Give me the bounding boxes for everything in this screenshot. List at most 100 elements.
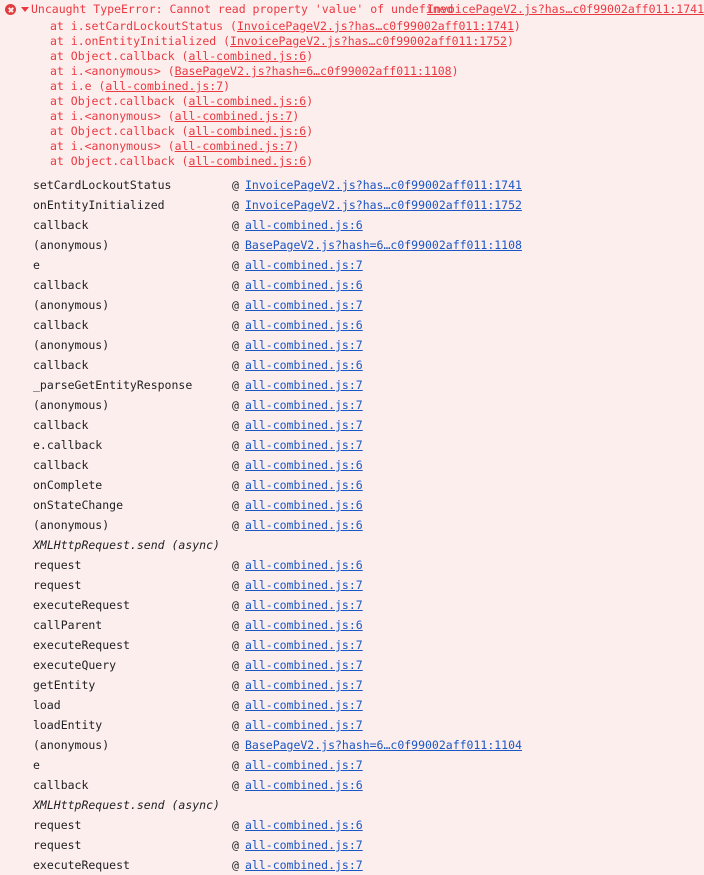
stack-function-name: getEntity [33, 678, 96, 692]
at-symbol: @ [232, 238, 239, 252]
error-frame-paren-close: ) [306, 154, 314, 168]
stack-trace-row: request @ all-combined.js:7 [0, 835, 704, 855]
at-symbol: @ [232, 418, 239, 432]
stack-function-name: callback [33, 218, 89, 232]
error-frame-source-link[interactable]: all-combined.js:7 [175, 109, 293, 123]
stack-source-link[interactable]: all-combined.js:7 [245, 575, 363, 595]
error-frame-row: at Object.callback (all-combined.js:6) [0, 94, 704, 109]
stack-source-link[interactable]: all-combined.js:6 [245, 275, 363, 295]
stack-source-link[interactable]: BasePageV2.js?hash=6…c0f99002aff011:1108 [245, 235, 522, 255]
console-error-entry: Uncaught TypeError: Cannot read property… [0, 0, 704, 875]
at-symbol: @ [232, 758, 239, 772]
stack-function-name: e [33, 258, 40, 272]
stack-source-link[interactable]: all-combined.js:6 [245, 815, 363, 835]
stack-source-link[interactable]: all-combined.js:6 [245, 315, 363, 335]
stack-async-boundary-label: XMLHttpRequest.send (async) [33, 538, 220, 552]
error-frame-source-link[interactable]: all-combined.js:6 [188, 124, 306, 138]
stack-trace-row: e @ all-combined.js:7 [0, 755, 704, 775]
stack-source-link[interactable]: all-combined.js:7 [245, 695, 363, 715]
stack-trace-row: executeQuery @ all-combined.js:7 [0, 655, 704, 675]
stack-trace-row: XMLHttpRequest.send (async) [0, 535, 704, 555]
error-frame-paren-open: ( [174, 124, 189, 138]
error-frame-source-link[interactable]: InvoicePageV2.js?has…c0f99002aff011:1752 [230, 34, 507, 48]
stack-function-name: (anonymous) [33, 518, 110, 532]
at-symbol: @ [232, 378, 239, 392]
stack-source-link[interactable]: all-combined.js:7 [245, 595, 363, 615]
at-symbol: @ [232, 618, 239, 632]
stack-source-link[interactable]: all-combined.js:6 [245, 355, 363, 375]
stack-trace-row: onComplete @ all-combined.js:6 [0, 475, 704, 495]
stack-source-link[interactable]: all-combined.js:7 [245, 835, 363, 855]
stack-source-link[interactable]: InvoicePageV2.js?has…c0f99002aff011:1752 [245, 195, 522, 215]
stack-source-link[interactable]: all-combined.js:7 [245, 335, 363, 355]
stack-async-boundary-label: XMLHttpRequest.send (async) [33, 798, 220, 812]
stack-source-link[interactable]: all-combined.js:7 [245, 435, 363, 455]
stack-trace-row: callback @ all-combined.js:7 [0, 415, 704, 435]
error-frame-paren-close: ) [306, 124, 314, 138]
stack-trace-row: request @ all-combined.js:6 [0, 555, 704, 575]
error-frame-source-link[interactable]: all-combined.js:7 [175, 139, 293, 153]
error-frame-source-link[interactable]: all-combined.js:7 [105, 79, 223, 93]
at-symbol: @ [232, 398, 239, 412]
stack-source-link[interactable]: all-combined.js:6 [245, 775, 363, 795]
stack-source-link[interactable]: InvoicePageV2.js?has…c0f99002aff011:1741 [245, 175, 522, 195]
stack-source-link[interactable]: all-combined.js:7 [245, 375, 363, 395]
error-stack-frames: at i.setCardLockoutStatus (InvoicePageV2… [0, 19, 704, 172]
stack-trace-row: callback @ all-combined.js:6 [0, 315, 704, 335]
stack-source-link[interactable]: all-combined.js:7 [245, 855, 363, 875]
stack-trace-row: _parseGetEntityResponse @ all-combined.js:… [0, 375, 704, 395]
stack-trace-row: onEntityInitialized @ InvoicePageV2.js?has… [0, 195, 704, 215]
error-frame-source-link[interactable]: InvoicePageV2.js?has…c0f99002aff011:1741 [237, 19, 514, 33]
error-frame-source-link[interactable]: all-combined.js:6 [188, 94, 306, 108]
stack-function-name: (anonymous) [33, 398, 110, 412]
stack-trace-row: (anonymous) @ all-combined.js:7 [0, 295, 704, 315]
stack-source-link[interactable]: all-combined.js:6 [245, 455, 363, 475]
stack-source-link[interactable]: all-combined.js:7 [245, 415, 363, 435]
stack-function-name: (anonymous) [33, 338, 110, 352]
triangle-down-icon[interactable] [21, 7, 29, 12]
stack-source-link[interactable]: all-combined.js:6 [245, 215, 363, 235]
stack-source-link[interactable]: all-combined.js:6 [245, 615, 363, 635]
stack-source-link[interactable]: BasePageV2.js?hash=6…c0f99002aff011:1104 [245, 735, 522, 755]
at-symbol: @ [232, 498, 239, 512]
error-frame-source-link[interactable]: all-combined.js:6 [188, 154, 306, 168]
stack-trace-row: request @ all-combined.js:7 [0, 575, 704, 595]
stack-source-link[interactable]: all-combined.js:7 [245, 655, 363, 675]
error-frame-paren-open: ( [216, 34, 231, 48]
stack-function-name: executeRequest [33, 598, 130, 612]
error-frame-function: at Object.callback [50, 94, 175, 108]
stack-function-name: executeRequest [33, 638, 130, 652]
error-frame-source-link[interactable]: BasePageV2.js?hash=6…c0f99002aff011:1108 [175, 64, 452, 78]
error-header-row[interactable]: Uncaught TypeError: Cannot read property… [0, 0, 704, 19]
error-frame-paren-close: ) [292, 109, 300, 123]
stack-source-link[interactable]: all-combined.js:7 [245, 635, 363, 655]
at-symbol: @ [232, 778, 239, 792]
error-frame-source-link[interactable]: all-combined.js:6 [188, 49, 306, 63]
stack-trace-row: onStateChange @ all-combined.js:6 [0, 495, 704, 515]
stack-trace-row: callback @ all-combined.js:6 [0, 275, 704, 295]
stack-trace-row: request @ all-combined.js:6 [0, 815, 704, 835]
at-symbol: @ [232, 478, 239, 492]
stack-source-link[interactable]: all-combined.js:6 [245, 475, 363, 495]
at-symbol: @ [232, 658, 239, 672]
stack-source-link[interactable]: all-combined.js:7 [245, 295, 363, 315]
stack-source-link[interactable]: all-combined.js:7 [245, 255, 363, 275]
stack-trace-row: (anonymous) @ all-combined.js:7 [0, 395, 704, 415]
stack-trace-row: callback @ all-combined.js:6 [0, 775, 704, 795]
stack-trace-row: (anonymous) @ BasePageV2.js?hash=6…c0f9900… [0, 235, 704, 255]
error-source-link[interactable]: InvoicePageV2.js?has…c0f99002aff011:1741 [427, 0, 704, 19]
stack-function-name: callback [33, 318, 89, 332]
stack-function-name: setCardLockoutStatus [33, 178, 172, 192]
stack-source-link[interactable]: all-combined.js:7 [245, 675, 363, 695]
error-frame-paren-close: ) [306, 49, 314, 63]
stack-source-link[interactable]: all-combined.js:7 [245, 755, 363, 775]
stack-source-link[interactable]: all-combined.js:7 [245, 395, 363, 415]
stack-trace-row: loadEntity @ all-combined.js:7 [0, 715, 704, 735]
stack-source-link[interactable]: all-combined.js:6 [245, 515, 363, 535]
stack-source-link[interactable]: all-combined.js:6 [245, 495, 363, 515]
stack-source-link[interactable]: all-combined.js:7 [245, 715, 363, 735]
stack-function-name: request [33, 578, 82, 592]
stack-source-link[interactable]: all-combined.js:6 [245, 555, 363, 575]
stack-function-name: load [33, 698, 61, 712]
stack-function-name: callback [33, 778, 89, 792]
